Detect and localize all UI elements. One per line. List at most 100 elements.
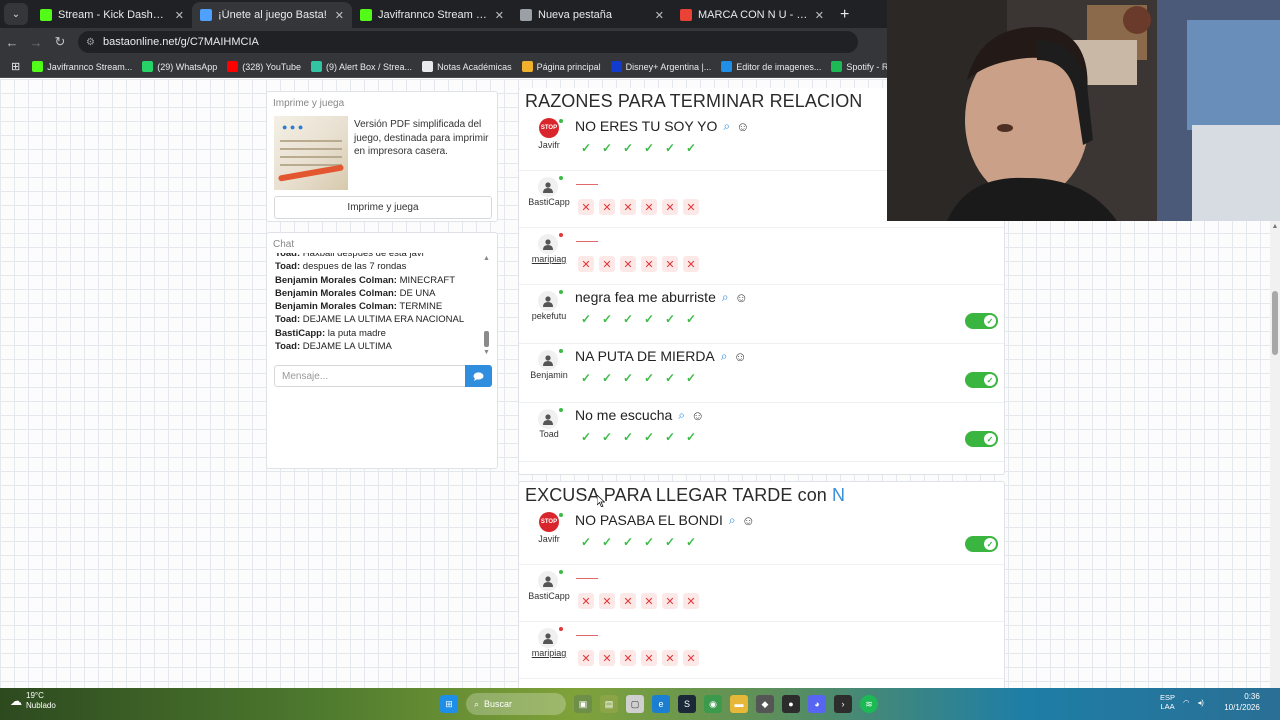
browser-tab[interactable]: Nueva pestaña ✕	[512, 2, 672, 28]
bookmark-item[interactable]: Editor de imagenes...	[716, 61, 826, 72]
taskbar-search[interactable]: ⌕ Buscar	[466, 693, 566, 715]
spotify-icon[interactable]: ≋	[860, 695, 878, 713]
smiley-icon[interactable]: ☺	[742, 513, 755, 528]
close-tab-icon[interactable]: ✕	[815, 9, 824, 22]
check-icon[interactable]: ✓	[641, 534, 657, 550]
check-icon[interactable]: ✓	[662, 429, 678, 445]
check-icon[interactable]: ✓	[620, 370, 636, 386]
browser-tab[interactable]: Javifrannco Stream - Watch Live ✕	[352, 2, 512, 28]
scroll-up-arrow-icon[interactable]: ▲	[1270, 223, 1280, 230]
bookmark-item[interactable]: Notas Académicas	[417, 61, 517, 72]
check-icon[interactable]: ✓	[620, 429, 636, 445]
validate-toggle[interactable]: ✓	[965, 372, 998, 388]
wifi-icon[interactable]: ◠	[1183, 698, 1190, 707]
check-icon[interactable]: ✓	[662, 534, 678, 550]
check-icon[interactable]: ✓	[641, 311, 657, 327]
widget-icon[interactable]: ▤	[600, 695, 618, 713]
validate-toggle[interactable]: ✓	[965, 536, 998, 552]
cross-icon[interactable]: ✕	[620, 650, 636, 666]
check-icon[interactable]: ✓	[578, 534, 594, 550]
cross-icon[interactable]: ✕	[662, 593, 678, 609]
cross-icon[interactable]: ✕	[641, 650, 657, 666]
volume-icon[interactable]: ◂)	[1198, 698, 1204, 707]
site-info-icon[interactable]: ⚙	[86, 37, 95, 48]
smiley-icon[interactable]: ☺	[735, 290, 748, 305]
check-icon[interactable]: ✓	[683, 534, 699, 550]
bookmark-item[interactable]: Javifrannco Stream...	[27, 61, 137, 72]
forward-icon[interactable]: →	[24, 35, 48, 50]
cross-icon[interactable]: ✕	[683, 593, 699, 609]
check-icon[interactable]: ✓	[599, 311, 615, 327]
bookmark-item[interactable]: Página principal	[517, 61, 606, 72]
send-message-button[interactable]	[465, 365, 492, 387]
bookmark-item[interactable]: (29) WhatsApp	[137, 61, 222, 72]
close-tab-icon[interactable]: ✕	[495, 9, 504, 22]
check-icon[interactable]: ✓	[641, 429, 657, 445]
cross-icon[interactable]: ✕	[641, 593, 657, 609]
cross-icon[interactable]: ✕	[578, 650, 594, 666]
check-icon[interactable]: ✓	[578, 311, 594, 327]
smiley-icon[interactable]: ☺	[736, 119, 749, 134]
scroll-down-icon[interactable]: ▼	[482, 349, 491, 356]
check-icon[interactable]: ✓	[620, 534, 636, 550]
print-button[interactable]: Imprime y juega	[274, 196, 492, 219]
search-icon[interactable]: ⌕	[722, 290, 729, 305]
page-scroll-thumb[interactable]	[1272, 291, 1278, 355]
check-icon[interactable]: ✓	[683, 140, 699, 156]
cross-icon[interactable]: ✕	[620, 593, 636, 609]
cross-icon[interactable]: ✕	[662, 256, 678, 272]
clock[interactable]: 0:36 10/1/2026	[1212, 691, 1260, 713]
check-icon[interactable]: ✓	[578, 429, 594, 445]
close-tab-icon[interactable]: ✕	[175, 9, 184, 22]
check-icon[interactable]: ✓	[662, 311, 678, 327]
chat-log[interactable]: Toad: Haxball despues de esta javi Toad: …	[275, 253, 485, 361]
cross-icon[interactable]: ✕	[683, 650, 699, 666]
cross-icon[interactable]: ✕	[599, 256, 615, 272]
bookmark-item[interactable]: (328) YouTube	[222, 61, 306, 72]
browser-tab[interactable]: Stream - Kick Dashboard ✕	[32, 2, 192, 28]
task-view-icon[interactable]: ▣	[574, 695, 592, 713]
obs-icon[interactable]: ●	[782, 695, 800, 713]
check-icon[interactable]: ✓	[662, 140, 678, 156]
check-icon[interactable]: ✓	[599, 534, 615, 550]
check-icon[interactable]: ✓	[662, 370, 678, 386]
terminal-icon[interactable]: ›	[834, 695, 852, 713]
cross-icon[interactable]: ✕	[578, 593, 594, 609]
cross-icon[interactable]: ✕	[641, 256, 657, 272]
check-icon[interactable]: ✓	[641, 140, 657, 156]
chat-message-input[interactable]: Mensaje...	[274, 365, 466, 387]
check-icon[interactable]: ✓	[599, 140, 615, 156]
cross-icon[interactable]: ✕	[578, 256, 594, 272]
new-tab-button[interactable]: +	[832, 6, 857, 28]
check-icon[interactable]: ✓	[683, 311, 699, 327]
check-icon[interactable]: ✓	[683, 429, 699, 445]
validate-toggle[interactable]: ✓	[965, 313, 998, 329]
search-icon[interactable]: ⌕	[721, 349, 728, 364]
reload-icon[interactable]: ↻	[48, 34, 72, 50]
language-indicator[interactable]: ESP	[1160, 693, 1175, 702]
cross-icon[interactable]: ✕	[599, 593, 615, 609]
edge-icon[interactable]: e	[652, 695, 670, 713]
validate-toggle[interactable]: ✓	[965, 431, 998, 447]
check-icon[interactable]: ✓	[599, 370, 615, 386]
scroll-up-icon[interactable]: ▲	[482, 255, 491, 262]
check-icon[interactable]: ✓	[578, 140, 594, 156]
steam-icon[interactable]: S	[678, 695, 696, 713]
apps-grid-icon[interactable]: ⊞	[6, 60, 25, 73]
cross-icon[interactable]: ✕	[662, 650, 678, 666]
check-icon[interactable]: ✓	[620, 140, 636, 156]
smiley-icon[interactable]: ☺	[734, 349, 747, 364]
cross-icon[interactable]: ✕	[599, 199, 615, 215]
chat-scrollbar[interactable]: ▲ ▼	[482, 255, 491, 359]
close-tab-icon[interactable]: ✕	[335, 9, 344, 22]
check-icon[interactable]: ✓	[683, 370, 699, 386]
cross-icon[interactable]: ✕	[599, 650, 615, 666]
chat-scroll-thumb[interactable]	[484, 331, 489, 347]
search-icon[interactable]: ⌕	[678, 408, 685, 423]
cross-icon[interactable]: ✕	[620, 199, 636, 215]
browser-tab[interactable]: ¡Únete al juego Basta! ✕	[192, 2, 352, 28]
url-field[interactable]: ⚙ bastaonline.net/g/C7MAIHMCIA	[78, 31, 858, 53]
bookmark-item[interactable]: Disney+ Argentina |...	[606, 61, 717, 72]
check-icon[interactable]: ✓	[578, 370, 594, 386]
bookmark-item[interactable]: (9) Alert Box / Strea...	[306, 61, 417, 72]
